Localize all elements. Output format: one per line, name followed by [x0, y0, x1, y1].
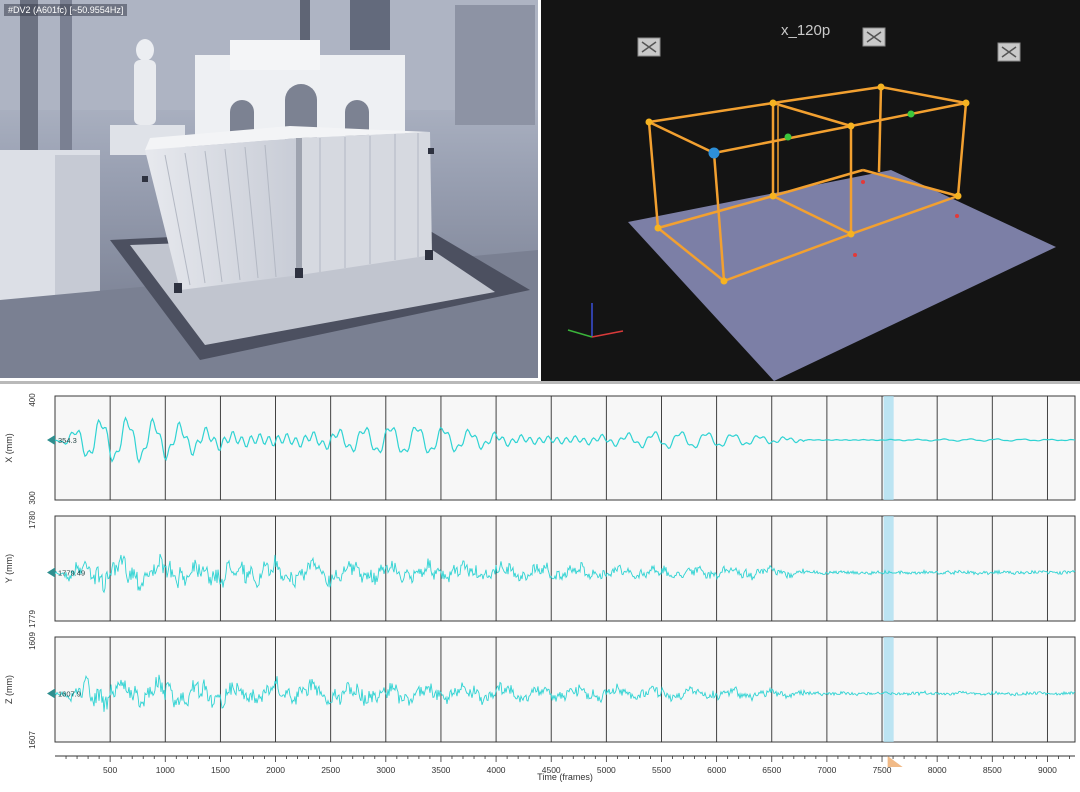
value-marker-icon[interactable]	[47, 435, 55, 445]
graph-panel[interactable]: 400 300 X (mm) 354.3 1780 1779 Y (mm) 1779.49 16…	[0, 384, 1080, 792]
x-tick-label: 2500	[321, 765, 340, 775]
x-tick-label: 5000	[597, 765, 616, 775]
x-tick-label: 2000	[266, 765, 285, 775]
graph-panel-2[interactable]	[54, 515, 1076, 622]
time-cursor[interactable]	[883, 637, 894, 742]
playhead-icon[interactable]	[887, 756, 903, 767]
y-tick-bottom: 1779	[28, 610, 37, 628]
x-tick-label: 7000	[817, 765, 836, 775]
camera-view[interactable]: #DV2 (A601fc) [~50.9554Hz]	[0, 0, 538, 378]
current-value: 1779.49	[58, 569, 85, 578]
y-tick-bottom: 300	[28, 491, 37, 505]
x-tick-label: 500	[103, 765, 117, 775]
y-axis-label: X (mm)	[4, 433, 14, 463]
time-cursor[interactable]	[883, 516, 894, 621]
x-tick-label: 9000	[1038, 765, 1057, 775]
x-tick-label: 8500	[983, 765, 1002, 775]
floor-plane	[628, 170, 1056, 381]
graph-canvas[interactable]: 400 300 X (mm) 354.3 1780 1779 Y (mm) 1779.49 16…	[0, 384, 1080, 792]
marker-green	[784, 133, 792, 141]
x-tick-label: 4000	[487, 765, 506, 775]
marker-blue	[708, 147, 720, 159]
x-tick-label: 1500	[211, 765, 230, 775]
x-tick-label: 6000	[707, 765, 726, 775]
camera-icon	[637, 37, 661, 57]
marker-green	[907, 110, 915, 118]
x-axis-label: Time (frames)	[537, 772, 593, 782]
camera-image	[0, 0, 538, 378]
value-marker-icon[interactable]	[47, 567, 55, 578]
graph-panel-3[interactable]	[54, 636, 1076, 743]
x-tick-label: 8000	[928, 765, 947, 775]
camera-title: #DV2 (A601fc) [~50.9554Hz]	[4, 4, 128, 16]
y-tick-bottom: 1607	[28, 731, 37, 749]
marker-red	[955, 214, 959, 218]
axis-gizmo-icon	[567, 303, 624, 338]
x-tick-label: 6500	[762, 765, 781, 775]
x-tick-label: 5500	[652, 765, 671, 775]
scene-canvas	[567, 27, 1056, 381]
current-value: 1607.9	[58, 690, 81, 699]
camera-icon	[997, 42, 1021, 62]
marker-red	[861, 180, 865, 184]
y-tick-top: 1780	[28, 511, 37, 529]
camera-icon	[862, 27, 886, 47]
x-tick-label: 3500	[431, 765, 450, 775]
y-axis-label: Z (mm)	[4, 675, 14, 704]
time-cursor[interactable]	[883, 396, 894, 500]
y-tick-top: 1609	[28, 632, 37, 650]
current-value: 354.3	[58, 436, 77, 445]
x-tick-label: 3000	[376, 765, 395, 775]
marker-red	[853, 253, 857, 257]
value-marker-icon[interactable]	[47, 688, 55, 699]
graph-panel-1[interactable]	[54, 395, 1076, 501]
scene-title: x_120p	[781, 22, 831, 39]
y-axis-label: Y (mm)	[4, 554, 14, 583]
y-tick-top: 400	[28, 393, 37, 407]
scene-3d-view[interactable]: x_120p	[541, 0, 1080, 381]
x-tick-label: 1000	[156, 765, 175, 775]
